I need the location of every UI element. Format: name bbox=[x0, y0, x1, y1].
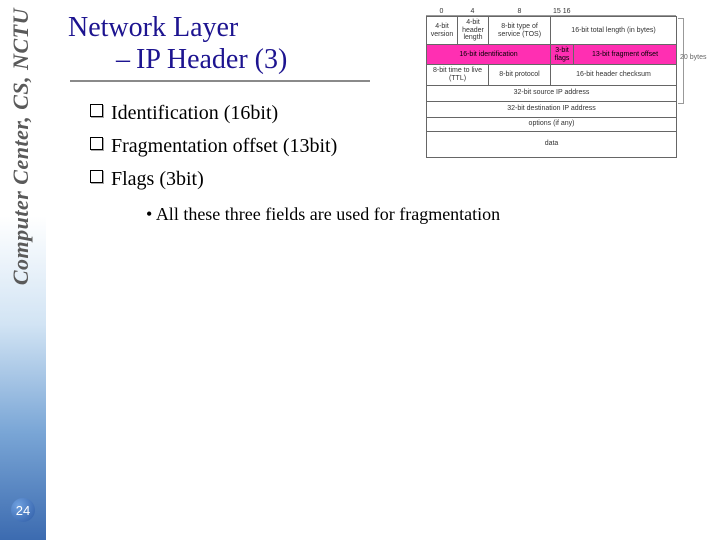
cell-total-length: 16-bit total length (in bytes) bbox=[551, 17, 677, 45]
sidebar-label: Computer Center, CS, NCTU bbox=[8, 8, 34, 285]
cell-hlen: 4-bit header length bbox=[458, 17, 489, 45]
title-dash: – bbox=[116, 44, 129, 75]
cell-ttl: 8-bit time to live (TTL) bbox=[427, 65, 489, 85]
ip-header-diagram: 0 4 8 15 16 4-bit version 4-bit header l… bbox=[426, 8, 716, 158]
title-subtitle: IP Header (3) bbox=[136, 44, 287, 75]
bullet-text: Fragmentation offset (13bit) bbox=[111, 131, 337, 162]
ip-header-table: 4-bit version 4-bit header length 8-bit … bbox=[426, 16, 677, 158]
ruler-16: 15 16 bbox=[551, 8, 676, 16]
title-underline bbox=[70, 80, 370, 82]
ruler-4: 4 bbox=[457, 8, 488, 16]
cell-checksum: 16-bit header checksum bbox=[551, 65, 677, 85]
ruler-8: 8 bbox=[488, 8, 551, 16]
square-bullet-icon bbox=[90, 137, 103, 150]
sidebar: Computer Center, CS, NCTU 24 bbox=[0, 0, 46, 540]
cell-version: 4-bit version bbox=[427, 17, 458, 45]
table-row: 8-bit time to live (TTL) 8-bit protocol … bbox=[427, 65, 677, 85]
cell-frag-offset: 13-bit fragment offset bbox=[574, 45, 677, 65]
cell-options: options (if any) bbox=[427, 117, 677, 131]
slide-content: 0 4 8 15 16 4-bit version 4-bit header l… bbox=[60, 0, 720, 540]
table-row: 32-bit destination IP address bbox=[427, 101, 677, 117]
cell-tos: 8-bit type of service (TOS) bbox=[489, 17, 551, 45]
square-bullet-icon bbox=[90, 170, 103, 183]
cell-dst-ip: 32-bit destination IP address bbox=[427, 101, 677, 117]
ruler-0: 0 bbox=[426, 8, 457, 16]
cell-flags: 3-bit flags bbox=[551, 45, 574, 65]
cell-identification: 16-bit identification bbox=[427, 45, 551, 65]
brace-20bytes bbox=[678, 18, 684, 104]
sub-bullet: All these three fields are used for frag… bbox=[90, 201, 714, 229]
list-item: Flags (3bit) bbox=[90, 164, 714, 195]
bullet-text: Identification (16bit) bbox=[111, 98, 278, 129]
bit-ruler: 0 4 8 15 16 bbox=[426, 8, 676, 16]
table-row: 4-bit version 4-bit header length 8-bit … bbox=[427, 17, 677, 45]
page-number-badge: 24 bbox=[11, 498, 35, 522]
cell-src-ip: 32-bit source IP address bbox=[427, 85, 677, 101]
side-label-20bytes: 20 bytes bbox=[680, 54, 716, 61]
table-row: options (if any) bbox=[427, 117, 677, 131]
square-bullet-icon bbox=[90, 104, 103, 117]
bullet-text: Flags (3bit) bbox=[111, 164, 204, 195]
cell-data: data bbox=[427, 131, 677, 157]
table-row: 32-bit source IP address bbox=[427, 85, 677, 101]
table-row: data bbox=[427, 131, 677, 157]
cell-protocol: 8-bit protocol bbox=[489, 65, 551, 85]
table-row: 16-bit identification 3-bit flags 13-bit… bbox=[427, 45, 677, 65]
